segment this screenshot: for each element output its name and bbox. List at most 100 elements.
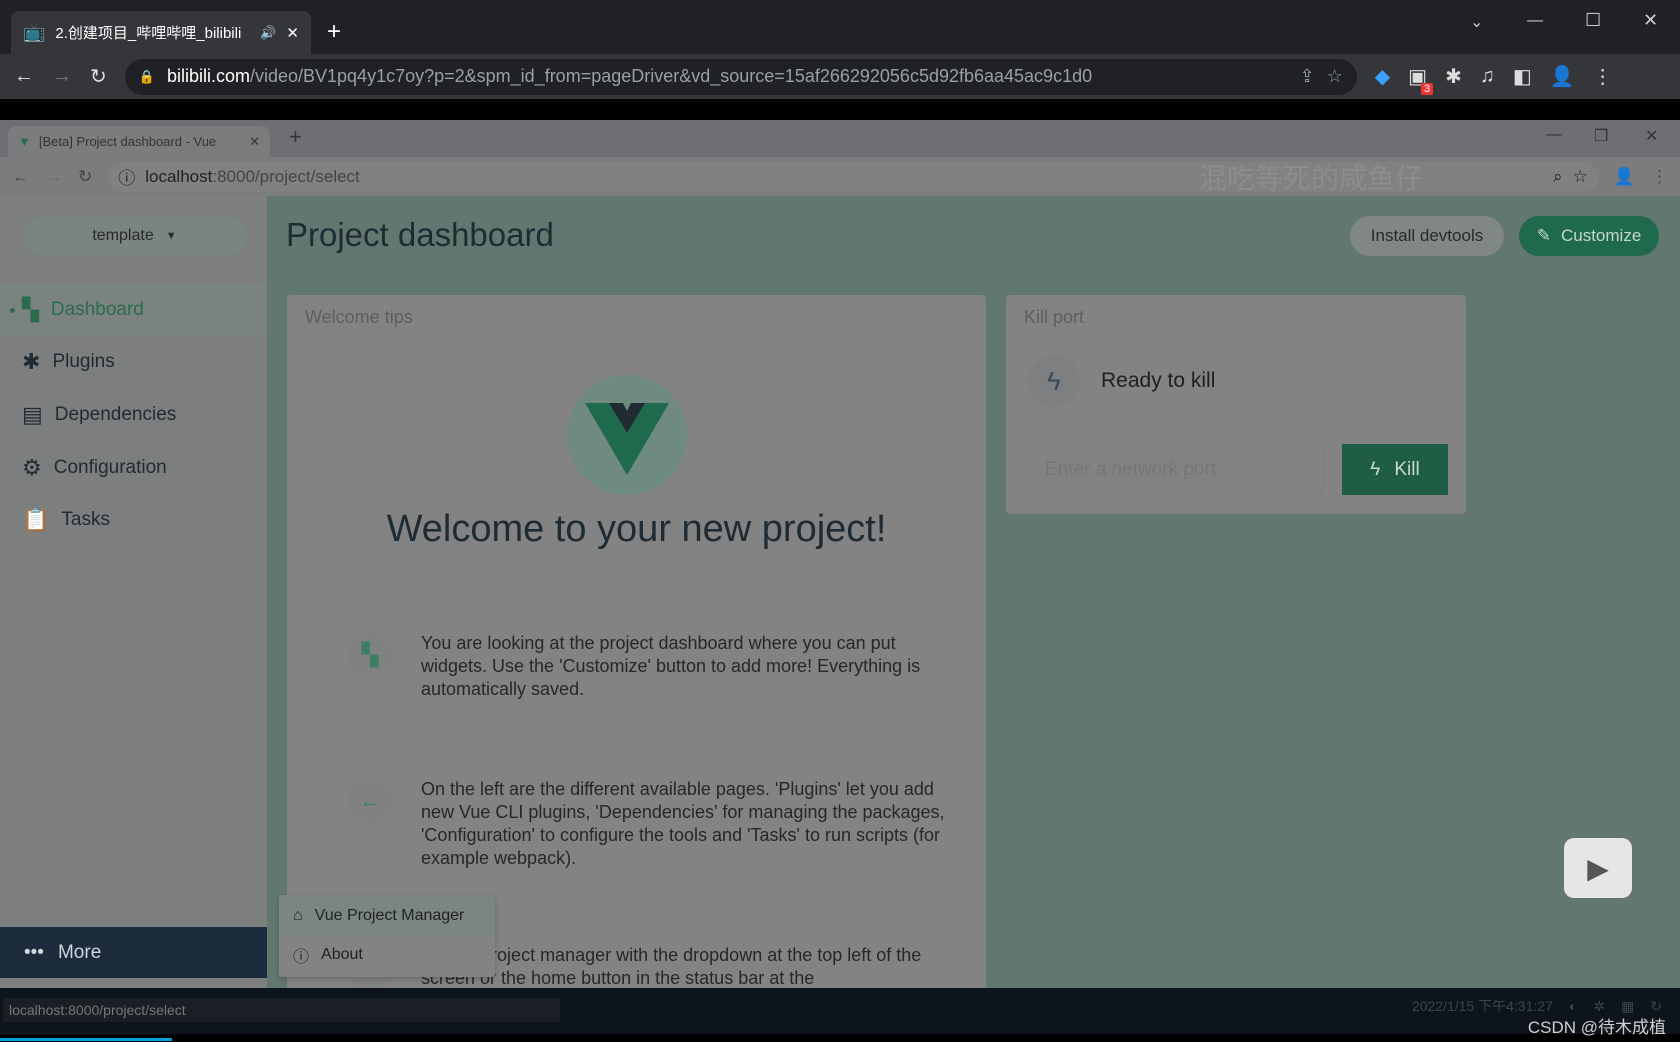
profile-icon[interactable]: 👤	[1614, 167, 1635, 187]
tip-item: ← On the left are the different available…	[347, 778, 947, 870]
sidebar-item-configuration[interactable]: ⚙ Configuration	[0, 442, 267, 494]
tip-text: ...o the project manager with the dropdo…	[421, 945, 922, 988]
outer-tab-strip: 📺 2.创建项目_哔哩哔哩_bilibili 🔊 ✕ + ⌄ — ☐ ✕	[0, 0, 1680, 54]
tip-text: You are looking at the project dashboard…	[421, 633, 921, 699]
share-icon[interactable]: ⇪	[1300, 66, 1315, 87]
sidebar-item-plugins[interactable]: ✱ Plugins	[0, 336, 267, 388]
sidebar: template ▼ ▚ Dashboard ✱ Plugins ▤ Dependen…	[0, 196, 267, 988]
outer-toolbar: ← → ↻ 🔒 bilibili.com/video/BV1pq4y1c7oy?…	[0, 54, 1680, 99]
sidebar-item-label: Tasks	[61, 509, 110, 530]
close-window-icon[interactable]: ✕	[1643, 10, 1658, 31]
bilibili-tv-icon: 📺	[23, 22, 46, 42]
menu-kebab-icon[interactable]: ⋮	[1593, 64, 1613, 89]
tab-title: [Beta] Project dashboard - Vue	[38, 134, 217, 149]
close-window-icon[interactable]: ✕	[1645, 126, 1658, 146]
sidebar-item-label: Dashboard	[50, 299, 144, 320]
close-tab-icon[interactable]: ✕	[286, 24, 299, 42]
inner-toolbar: ← → ↻ ⓘ localhost:8000/project/select 混吃…	[0, 157, 1680, 196]
widget-title: Welcome tips	[305, 307, 413, 327]
bilibili-play-icon[interactable]: ▶	[1564, 838, 1632, 898]
install-devtools-button[interactable]: Install devtools	[1350, 216, 1504, 256]
reload-icon[interactable]: ↻	[78, 167, 92, 187]
url-host: localhost	[145, 166, 213, 186]
more-menu: ⌂ Vue Project Manager ⓘ About	[279, 895, 495, 977]
vue-logo-icon: ▼	[18, 134, 31, 149]
maximize-icon[interactable]: ☐	[1585, 10, 1601, 31]
tab-search-icon[interactable]: ⌄	[1470, 12, 1483, 32]
media-control-icon[interactable]: ♫	[1480, 65, 1495, 88]
books-icon: ▤	[22, 402, 43, 427]
customize-label: Customize	[1560, 226, 1642, 245]
status-bar: localhost:8000/project/select 2022/1/15 …	[0, 988, 1680, 1034]
more-label: More	[57, 941, 102, 963]
new-tab-icon[interactable]: +	[289, 124, 302, 150]
more-dots-icon: •••	[24, 941, 44, 963]
menu-item-vue-project-manager[interactable]: ⌂ Vue Project Manager	[279, 897, 495, 935]
sidebar-item-label: Configuration	[53, 457, 167, 478]
side-panel-icon[interactable]: ◧	[1513, 64, 1532, 89]
url-path: /video/BV1pq4y1c7oy?p=2&spm_id_from=page…	[249, 66, 1093, 86]
translate-icon[interactable]: ▦	[1621, 998, 1634, 1015]
sidebar-item-label: Dependencies	[54, 404, 177, 425]
address-bar[interactable]: ⓘ localhost:8000/project/select 混吃等死的咸鱼仔…	[108, 161, 1598, 194]
more-button[interactable]: ••• More	[0, 927, 267, 978]
page-title: Project dashboard	[286, 216, 554, 253]
close-tab-icon[interactable]: ✕	[249, 134, 260, 150]
address-bar[interactable]: 🔒 bilibili.com/video/BV1pq4y1c7oy?p=2&sp…	[124, 58, 1357, 95]
project-select-dropdown[interactable]: template ▼	[22, 217, 247, 255]
profile-icon[interactable]: 👤	[1550, 64, 1575, 89]
dashboard-icon: ▚	[22, 297, 39, 322]
menu-kebab-icon[interactable]: ⋮	[1651, 167, 1668, 187]
tip-item: ▚ You are looking at the project dashboar…	[347, 632, 947, 701]
network-port-input[interactable]	[1026, 444, 1324, 495]
lightning-icon: ϟ	[1370, 458, 1381, 480]
bookmark-star-icon[interactable]: ☆	[1573, 167, 1588, 187]
contrast-icon[interactable]: ◐	[1569, 998, 1577, 1014]
watermark: 混吃等死的咸鱼仔	[1199, 162, 1424, 194]
new-tab-icon[interactable]: +	[327, 18, 341, 46]
customize-button[interactable]: ✎ Customize	[1519, 216, 1659, 256]
info-icon: ⓘ	[293, 949, 310, 966]
back-icon[interactable]: ←	[12, 167, 29, 187]
sidebar-item-dependencies[interactable]: ▤ Dependencies	[0, 389, 267, 441]
forward-icon[interactable]: →	[45, 167, 62, 187]
menu-item-label: About	[321, 946, 363, 963]
clipboard-icon: 📋	[22, 507, 50, 532]
menu-item-label: Vue Project Manager	[314, 907, 465, 924]
project-name: template	[92, 227, 154, 244]
restore-icon[interactable]: ❐	[1594, 126, 1608, 146]
minimize-icon[interactable]: —	[1527, 12, 1543, 30]
kill-button[interactable]: ϟ Kill	[1342, 444, 1448, 495]
kill-label: Kill	[1394, 458, 1420, 480]
menu-item-about[interactable]: ⓘ About	[279, 936, 495, 974]
extension-icon[interactable]: ▣ 3	[1408, 64, 1434, 95]
minimize-icon[interactable]: —	[1546, 126, 1562, 144]
reload-icon[interactable]: ↻	[90, 64, 107, 89]
zoom-icon[interactable]: ⌕	[1553, 167, 1563, 187]
pencil-icon: ✎	[1536, 226, 1551, 245]
url-host: bilibili.com	[166, 66, 250, 86]
caret-down-icon: ▼	[165, 230, 177, 242]
bookmark-star-icon[interactable]: ☆	[1327, 66, 1343, 87]
extension-gem-icon[interactable]: ◆	[1375, 64, 1390, 89]
widget-title: Kill port	[1024, 307, 1085, 327]
active-indicator	[10, 307, 15, 313]
sidebar-item-dashboard[interactable]: ▚ Dashboard	[0, 284, 267, 336]
kill-port-widget: Kill port ϟ Ready to kill ϟ Kill	[1006, 295, 1466, 514]
info-icon: ⓘ	[118, 169, 136, 188]
sidebar-item-tasks[interactable]: 📋 Tasks	[0, 494, 267, 546]
puzzle-icon: ✱	[22, 349, 41, 374]
outer-browser-tab[interactable]: 📺 2.创建项目_哔哩哔哩_bilibili 🔊 ✕	[11, 11, 311, 54]
speaker-icon[interactable]: 🔊	[260, 25, 276, 41]
kill-status: Ready to kill	[1101, 369, 1216, 392]
video-progress-bar[interactable]	[0, 1038, 172, 1041]
csdn-watermark: CSDN @待木成植	[1527, 1018, 1666, 1037]
puzzle-extensions-icon[interactable]: ✱	[1445, 64, 1462, 89]
forward-icon[interactable]: →	[52, 65, 72, 88]
url-path: :8000/project/select	[212, 166, 360, 186]
inner-browser-tab[interactable]: ▼ [Beta] Project dashboard - Vue ✕	[8, 126, 270, 157]
refresh-icon[interactable]: ↻	[1650, 998, 1662, 1015]
bug-icon[interactable]: ✲	[1593, 998, 1605, 1015]
back-icon[interactable]: ←	[14, 65, 34, 88]
arrow-left-icon: ←	[347, 778, 393, 824]
